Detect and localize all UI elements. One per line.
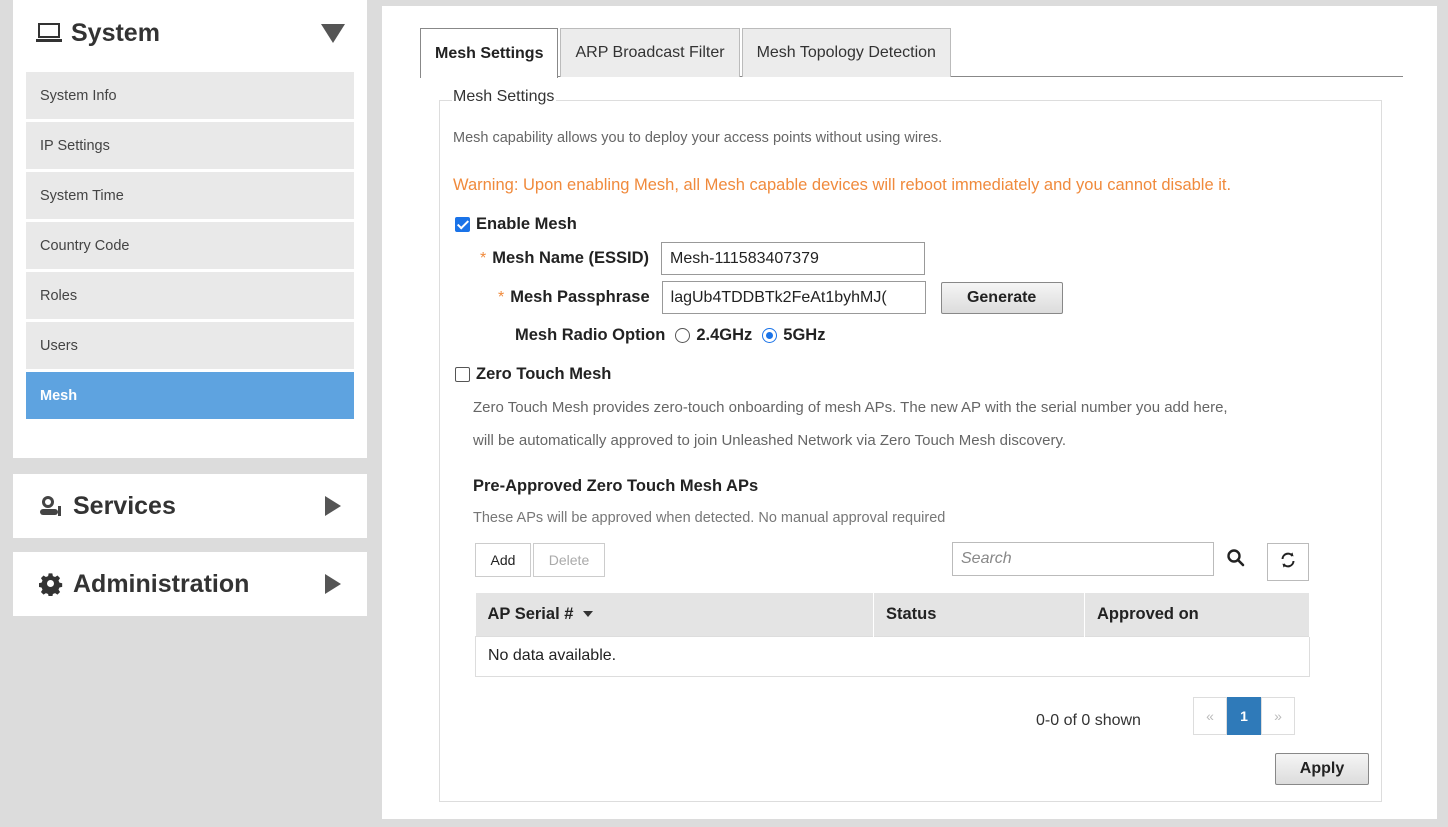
services-section[interactable]: Services: [13, 474, 367, 538]
sidebar-item-country-code[interactable]: Country Code: [26, 222, 354, 269]
empty-table-message: No data available.: [475, 635, 1310, 677]
administration-header[interactable]: Administration: [13, 552, 367, 616]
sidebar-item-system-info[interactable]: System Info: [26, 72, 354, 119]
services-title: Services: [73, 491, 176, 520]
col-approved-on[interactable]: Approved on: [1084, 593, 1310, 636]
system-menu: System Info IP Settings System Time Coun…: [13, 72, 367, 419]
pager-page-1[interactable]: 1: [1227, 697, 1261, 735]
sidebar-item-ip-settings[interactable]: IP Settings: [26, 122, 354, 169]
services-icon: [37, 493, 65, 519]
system-header[interactable]: System: [13, 0, 367, 72]
preapproved-table: AP Serial # Status Approved on No data a…: [475, 593, 1310, 677]
mesh-radio-label: Mesh Radio Option: [515, 326, 666, 344]
pager-next-button[interactable]: »: [1261, 697, 1295, 735]
mesh-passphrase-input[interactable]: lagUb4TDDBTk2FeAt1byhMJ(: [661, 281, 926, 314]
tab-mesh-settings[interactable]: Mesh Settings: [420, 28, 559, 78]
mesh-name-label: Mesh Name (ESSID): [492, 249, 650, 267]
mesh-name-input[interactable]: Mesh-111583407379: [661, 242, 926, 275]
chevron-right-icon[interactable]: [325, 574, 341, 594]
mesh-description: Mesh capability allows you to deploy you…: [453, 130, 943, 146]
search-icon[interactable]: [1226, 548, 1248, 570]
sidebar-item-system-time[interactable]: System Time: [26, 172, 354, 219]
fieldset-legend: Mesh Settings: [452, 88, 557, 106]
gear-icon: [37, 571, 65, 597]
required-mark: *: [498, 288, 505, 306]
sidebar: System System Info IP Settings System Ti…: [13, 0, 367, 616]
tab-mesh-topology-detection[interactable]: Mesh Topology Detection: [741, 28, 951, 77]
radio-5ghz-label: 5GHz: [783, 326, 826, 344]
apply-button[interactable]: Apply: [1275, 753, 1369, 785]
tab-arp-broadcast-filter[interactable]: ARP Broadcast Filter: [560, 28, 740, 77]
pager-prev-button[interactable]: «: [1193, 697, 1227, 735]
enable-mesh-row: Enable Mesh: [455, 215, 577, 234]
mesh-radio-row: Mesh Radio Option 2.4GHz 5GHz: [515, 326, 825, 345]
radio-2-4ghz-label: 2.4GHz: [696, 326, 753, 344]
delete-button[interactable]: Delete: [533, 543, 605, 577]
administration-title: Administration: [73, 569, 250, 598]
col-status[interactable]: Status: [873, 593, 1085, 636]
zero-touch-checkbox[interactable]: [455, 367, 470, 382]
mesh-passphrase-label: Mesh Passphrase: [510, 288, 650, 306]
zero-touch-desc-line1: Zero Touch Mesh provides zero-touch onbo…: [473, 399, 1228, 416]
zero-touch-label: Zero Touch Mesh: [476, 365, 612, 383]
zero-touch-row: Zero Touch Mesh: [455, 365, 611, 384]
radio-2-4ghz[interactable]: [675, 328, 691, 343]
sort-caret-icon[interactable]: [583, 611, 594, 618]
col-ap-serial-label: AP Serial #: [487, 604, 574, 623]
enable-mesh-label: Enable Mesh: [476, 215, 577, 233]
mesh-warning: Warning: Upon enabling Mesh, all Mesh ca…: [453, 176, 1232, 194]
laptop-icon: [35, 20, 63, 46]
radio-option-2-4ghz[interactable]: 2.4GHz: [675, 326, 752, 345]
system-section: System System Info IP Settings System Ti…: [13, 0, 367, 458]
refresh-button[interactable]: [1267, 543, 1309, 581]
table-row: No data available.: [475, 635, 1310, 677]
table-header-row: AP Serial # Status Approved on: [475, 593, 1310, 636]
system-title: System: [71, 18, 160, 47]
administration-section[interactable]: Administration: [13, 552, 367, 616]
radio-option-5ghz[interactable]: 5GHz: [762, 326, 825, 345]
col-ap-serial[interactable]: AP Serial #: [475, 593, 874, 636]
radio-5ghz[interactable]: [762, 328, 778, 343]
sidebar-item-mesh[interactable]: Mesh: [26, 372, 354, 419]
enable-mesh-checkbox[interactable]: [455, 217, 470, 232]
chevron-down-icon[interactable]: [321, 23, 345, 43]
chevron-right-icon[interactable]: [325, 496, 341, 516]
zero-touch-desc-line2: will be automatically approved to join U…: [473, 432, 1067, 449]
tab-bar: Mesh Settings ARP Broadcast Filter Mesh …: [420, 28, 1403, 78]
refresh-icon: [1279, 551, 1297, 574]
pager-summary: 0-0 of 0 shown: [1036, 712, 1141, 729]
pagination: « 1 »: [1193, 697, 1295, 735]
sidebar-item-roles[interactable]: Roles: [26, 272, 354, 319]
mesh-name-row: * Mesh Name (ESSID) Mesh-111583407379: [480, 242, 926, 275]
preapproved-desc: These APs will be approved when detected…: [473, 510, 946, 526]
generate-button[interactable]: Generate: [940, 281, 1063, 314]
required-mark: *: [480, 249, 487, 267]
mesh-passphrase-row: * Mesh Passphrase lagUb4TDDBTk2FeAt1byhM…: [498, 281, 1063, 314]
add-button[interactable]: Add: [475, 543, 531, 577]
search-input[interactable]: Search: [952, 542, 1214, 576]
sidebar-item-users[interactable]: Users: [26, 322, 354, 369]
services-header[interactable]: Services: [13, 474, 367, 538]
preapproved-title: Pre-Approved Zero Touch Mesh APs: [473, 477, 759, 495]
